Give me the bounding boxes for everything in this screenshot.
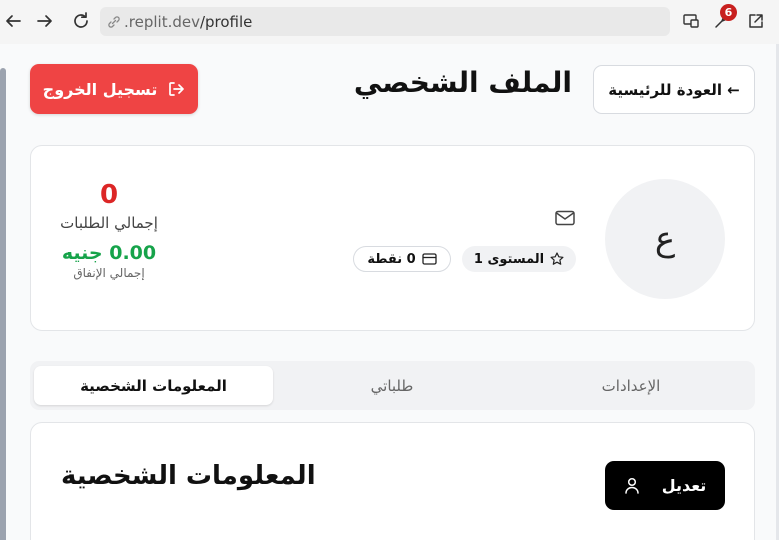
logout-button[interactable]: تسجيل الخروج bbox=[30, 64, 198, 114]
total-spent-value: 0.00 جنيه bbox=[61, 242, 157, 264]
mail-icon bbox=[555, 210, 575, 226]
back-arrow-icon[interactable] bbox=[2, 10, 24, 32]
browser-toolbar: .replit.dev/profile 6 bbox=[0, 0, 779, 44]
stats-block: 0 إجمالي الطلبات 0.00 جنيه إجمالي الإنفا… bbox=[51, 178, 167, 280]
edit-button[interactable]: تعديل bbox=[605, 461, 725, 510]
card-icon bbox=[422, 253, 437, 265]
points-label: 0 نقطة bbox=[367, 251, 416, 267]
avatar: ع bbox=[605, 179, 725, 299]
page-title: الملف الشخصي bbox=[353, 66, 572, 99]
tab-my-orders[interactable]: طلباتي bbox=[273, 366, 511, 405]
tab-personal-info[interactable]: المعلومات الشخصية bbox=[34, 366, 273, 405]
url-path: /profile bbox=[199, 12, 253, 31]
personal-info-card: المعلومات الشخصية تعديل bbox=[30, 422, 755, 540]
url-domain: .replit.dev bbox=[124, 12, 200, 31]
left-scroll-indicator bbox=[0, 68, 6, 540]
address-bar[interactable]: .replit.dev/profile bbox=[100, 7, 670, 36]
section-title: المعلومات الشخصية bbox=[61, 461, 316, 491]
total-orders-label: إجمالي الطلبات bbox=[60, 214, 158, 232]
open-external-icon[interactable] bbox=[745, 10, 767, 32]
level-label: المستوى 1 bbox=[473, 251, 545, 267]
reload-icon[interactable] bbox=[70, 10, 92, 32]
points-badge: 0 نقطة bbox=[353, 246, 451, 272]
link-icon bbox=[108, 15, 120, 28]
tab-settings[interactable]: الإعدادات bbox=[512, 366, 750, 405]
edit-label: تعديل bbox=[661, 476, 707, 495]
profile-card: ع المستوى 1 0 نقطة 0 إجمالي الطلبات 0.00… bbox=[30, 145, 755, 331]
level-badge: المستوى 1 bbox=[462, 246, 576, 272]
logout-label: تسجيل الخروج bbox=[42, 79, 158, 99]
logout-icon bbox=[169, 82, 185, 96]
total-spent-label: إجمالي الإنفاق bbox=[73, 266, 145, 280]
total-orders-value: 0 bbox=[99, 180, 119, 210]
star-icon bbox=[550, 252, 564, 265]
profile-tabs: الإعدادات طلباتي المعلومات الشخصية bbox=[30, 361, 755, 410]
forward-arrow-icon[interactable] bbox=[34, 10, 56, 32]
user-icon bbox=[624, 477, 639, 494]
cast-icon[interactable] bbox=[680, 10, 702, 32]
back-to-home-button[interactable]: ← العودة للرئيسية bbox=[593, 65, 755, 114]
page-viewport: تسجيل الخروج الملف الشخصي ← العودة للرئي… bbox=[0, 44, 779, 540]
extension-badge: 6 bbox=[720, 4, 737, 21]
